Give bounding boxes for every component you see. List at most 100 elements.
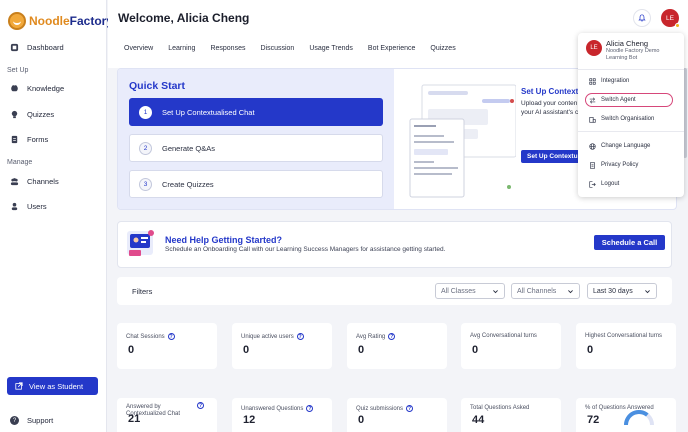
menu-item-label: Switch Agent: [601, 97, 636, 103]
menu-avatar: LE: [586, 40, 602, 56]
step-create-quizzes[interactable]: 3 Create Quizzes: [129, 170, 383, 198]
stat-value: 72: [587, 414, 600, 426]
brain-icon: [11, 85, 18, 92]
stat-card-chat-sessions: Chat Sessions? 0: [117, 323, 217, 369]
help-circle-icon: ?: [10, 416, 19, 425]
quick-start-steps: Quick Start 1 Set Up Contextualised Chat…: [118, 69, 394, 209]
date-range-select[interactable]: Last 30 days: [587, 283, 657, 299]
stat-label: Highest Conversational turns: [585, 333, 663, 339]
stat-label: Avg Conversational turns: [470, 333, 537, 339]
step-generate-qas[interactable]: 2 Generate Q&As: [129, 134, 383, 162]
building-icon: [589, 116, 596, 123]
sidebar-item-label: Channels: [27, 177, 59, 186]
menu-item-change-language[interactable]: Change Language: [586, 139, 674, 153]
step-number: 1: [139, 105, 152, 119]
help-banner: Need Help Getting Started? Schedule an O…: [117, 221, 672, 268]
menu-item-integration[interactable]: Integration: [586, 74, 674, 88]
sidebar-item-channels[interactable]: Channels: [10, 177, 59, 186]
tab-quizzes[interactable]: Quizzes: [430, 45, 455, 52]
stat-label: Unique active users: [241, 333, 294, 340]
step-number: 3: [139, 177, 152, 191]
help-title: Need Help Getting Started?: [165, 235, 283, 245]
chevron-down-icon: [568, 289, 573, 293]
schedule-call-button[interactable]: Schedule a Call: [594, 235, 665, 250]
tab-overview[interactable]: Overview: [124, 45, 153, 52]
onboarding-illustration: [127, 230, 154, 256]
stat-value: 0: [128, 344, 135, 356]
brand-name-part1: Noodle: [29, 14, 70, 28]
step-setup-chat[interactable]: 1 Set Up Contextualised Chat: [129, 98, 383, 126]
menu-item-switch-organisation[interactable]: Switch Organisation: [586, 112, 674, 126]
sidebar-item-label: Quizzes: [27, 110, 55, 119]
stat-value: 12: [243, 414, 256, 426]
form-icon: [11, 135, 18, 144]
tab-responses[interactable]: Responses: [210, 45, 245, 52]
step-label: Set Up Contextualised Chat: [162, 107, 255, 117]
setup-chat-description-line2: your AI assistant's c: [521, 109, 579, 116]
help-subtitle: Schedule an Onboarding Call with our Lea…: [165, 246, 446, 253]
sidebar-item-quizzes[interactable]: Quizzes: [10, 110, 54, 119]
stat-label: Total Questions Asked: [470, 405, 530, 411]
stat-card-unique-users: Unique active users? 0: [232, 323, 332, 369]
divider: [578, 69, 684, 70]
help-icon[interactable]: ?: [197, 402, 204, 409]
switch-icon: [589, 96, 596, 104]
menu-item-label: Logout: [601, 181, 620, 187]
view-as-student-label: View as Student: [29, 381, 84, 391]
stat-label: Chat Sessions: [126, 333, 165, 340]
brand-logo[interactable]: NoodleFactory: [8, 12, 113, 30]
menu-item-logout[interactable]: Logout: [586, 177, 674, 191]
stat-card-avg-turns: Avg Conversational turns 0: [461, 323, 561, 369]
menu-item-switch-agent[interactable]: Switch Agent: [585, 93, 673, 107]
sidebar-item-users[interactable]: Users: [10, 202, 47, 211]
menu-item-label: Switch Organisation: [601, 116, 655, 122]
stat-value: 0: [587, 344, 594, 356]
menu-item-label: Privacy Policy: [601, 162, 639, 168]
sidebar-item-label: Dashboard: [27, 43, 64, 52]
user-avatar-button[interactable]: LE: [661, 9, 680, 28]
quick-start-title: Quick Start: [129, 80, 186, 92]
menu-item-label: Change Language: [601, 143, 651, 149]
view-as-student-button[interactable]: View as Student: [7, 377, 98, 395]
menu-item-privacy-policy[interactable]: Privacy Policy: [586, 158, 674, 172]
channels-select-value: All Channels: [517, 287, 557, 295]
section-manage: Manage: [7, 159, 33, 166]
sidebar-item-dashboard[interactable]: Dashboard: [10, 43, 64, 52]
sidebar-item-forms[interactable]: Forms: [10, 135, 48, 144]
step-label: Create Quizzes: [162, 179, 214, 189]
tab-learning[interactable]: Learning: [168, 45, 195, 52]
filters-bar: Filters All Classes All Channels Last 30…: [117, 277, 672, 305]
help-icon[interactable]: ?: [167, 333, 175, 340]
help-icon[interactable]: ?: [306, 405, 314, 412]
help-icon[interactable]: ?: [296, 333, 304, 340]
setup-chat-description: Upload your conten your AI assistant's c: [521, 99, 578, 117]
chevron-down-icon: [493, 289, 498, 293]
filters-label: Filters: [132, 287, 153, 296]
stat-value: 44: [472, 414, 485, 426]
logout-icon: [589, 180, 596, 188]
divider: [578, 131, 684, 132]
classes-select[interactable]: All Classes: [435, 283, 505, 299]
tab-usage-trends[interactable]: Usage Trends: [309, 45, 353, 52]
step-number: 2: [139, 141, 152, 155]
avatar-initials: LE: [666, 14, 674, 22]
stat-label: Avg Rating: [356, 333, 386, 340]
page-title: Welcome, Alicia Cheng: [118, 11, 250, 25]
section-setup: Set Up: [7, 67, 29, 74]
sidebar-item-knowledge[interactable]: Knowledge: [10, 84, 64, 93]
channels-select[interactable]: All Channels: [511, 283, 580, 299]
stat-card-total-questions: Total Questions Asked 44: [461, 398, 561, 432]
globe-icon: [589, 142, 596, 150]
gauge-fill: [624, 410, 649, 426]
stat-value: 21: [128, 413, 141, 425]
menu-org-name: Noodle Factory Demo Learning Bot: [606, 48, 660, 61]
sidebar-item-label: Users: [27, 202, 47, 211]
tab-discussion[interactable]: Discussion: [260, 45, 294, 52]
support-link[interactable]: ? Support: [10, 416, 53, 425]
stat-value: 0: [243, 344, 250, 356]
help-icon[interactable]: ?: [388, 333, 396, 340]
notifications-button[interactable]: [633, 9, 651, 27]
tab-bot-experience[interactable]: Bot Experience: [368, 45, 415, 52]
help-icon[interactable]: ?: [406, 405, 414, 412]
stat-card-quiz-submissions: Quiz submissions? 0: [347, 398, 447, 432]
